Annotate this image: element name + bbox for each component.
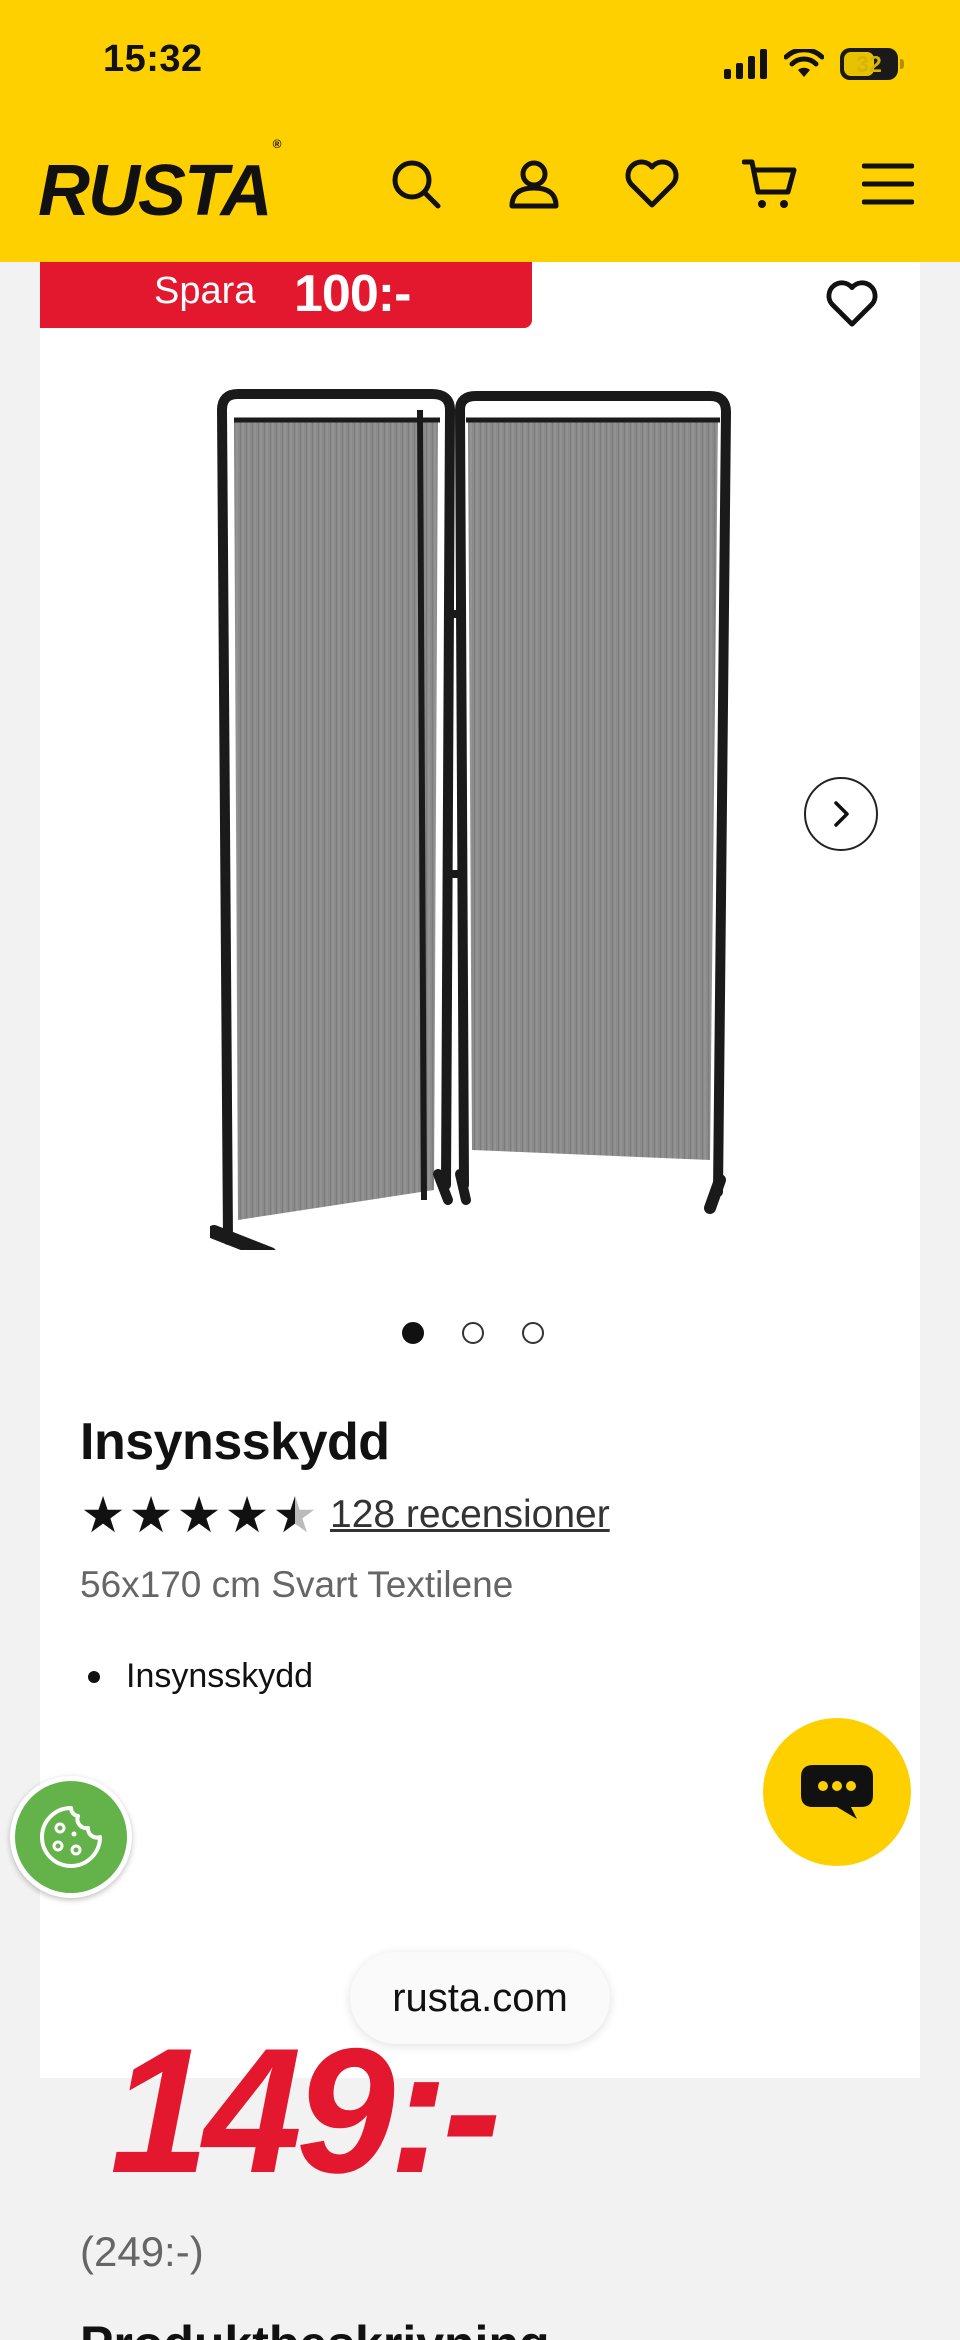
reviews-link[interactable]: 128 recensioner	[330, 1493, 610, 1537]
cookie-settings-button[interactable]	[10, 1776, 132, 1898]
battery-icon: 32	[840, 48, 904, 80]
half-star-icon: ★	[272, 1487, 318, 1543]
pagination-dot[interactable]	[522, 1322, 544, 1344]
product-title: Insynsskydd	[80, 1413, 390, 1471]
star-icon: ★	[80, 1487, 126, 1543]
account-icon	[509, 160, 559, 209]
battery-level: 32	[856, 50, 882, 77]
account-button[interactable]	[506, 156, 562, 212]
header-nav	[388, 156, 916, 212]
wifi-icon	[784, 49, 824, 77]
rating-stars: ★ ★ ★ ★ ★	[80, 1490, 318, 1540]
search-button[interactable]	[388, 156, 444, 212]
save-label: Spara	[154, 270, 256, 312]
chevron-right-icon	[834, 801, 849, 827]
rusta-logo[interactable]: RUSTA®	[38, 137, 281, 227]
product-image[interactable]	[210, 370, 820, 1250]
cart-icon	[742, 159, 797, 208]
browser-url-bar[interactable]: rusta.com	[350, 1952, 610, 2044]
menu-button[interactable]	[860, 156, 916, 212]
cookie-icon	[40, 1806, 102, 1868]
heart-icon	[826, 280, 878, 327]
product-features: Insynsskydd	[80, 1657, 313, 1696]
chat-button[interactable]	[763, 1718, 911, 1866]
cart-button[interactable]	[742, 156, 798, 212]
feature-item: Insynsskydd	[80, 1657, 313, 1696]
next-image-button[interactable]	[804, 777, 878, 851]
logo-mark: ®	[272, 137, 282, 151]
heart-icon	[625, 159, 679, 208]
chat-icon	[801, 1765, 873, 1819]
favorites-button[interactable]	[624, 156, 680, 212]
add-to-favorites-button[interactable]	[824, 276, 880, 332]
save-amount: 100:-	[294, 265, 411, 323]
product-rating: ★ ★ ★ ★ ★ 128 recensioner	[80, 1490, 610, 1540]
logo-text: RUSTA	[38, 151, 273, 231]
pagination-dot[interactable]	[402, 1322, 424, 1344]
original-price: (249:-)	[80, 2228, 204, 2275]
status-indicators: 32	[724, 42, 904, 86]
star-icon: ★	[224, 1487, 270, 1543]
star-icon: ★	[128, 1487, 174, 1543]
section-heading-cutoff: Produktbeskrivning	[80, 2314, 640, 2340]
image-pagination	[402, 1322, 544, 1344]
search-icon	[392, 160, 441, 209]
signal-icon	[724, 49, 767, 79]
menu-icon	[862, 163, 914, 205]
pagination-dot[interactable]	[462, 1322, 484, 1344]
status-time: 15:32	[103, 38, 203, 80]
current-price: 149:-	[110, 2011, 502, 2210]
site-header: 15:32 32 RUSTA®	[0, 0, 960, 262]
product-variant: 56x170 cm Svart Textilene	[80, 1564, 514, 1605]
star-icon: ★	[176, 1487, 222, 1543]
save-badge: Spara 100:-	[40, 262, 532, 328]
